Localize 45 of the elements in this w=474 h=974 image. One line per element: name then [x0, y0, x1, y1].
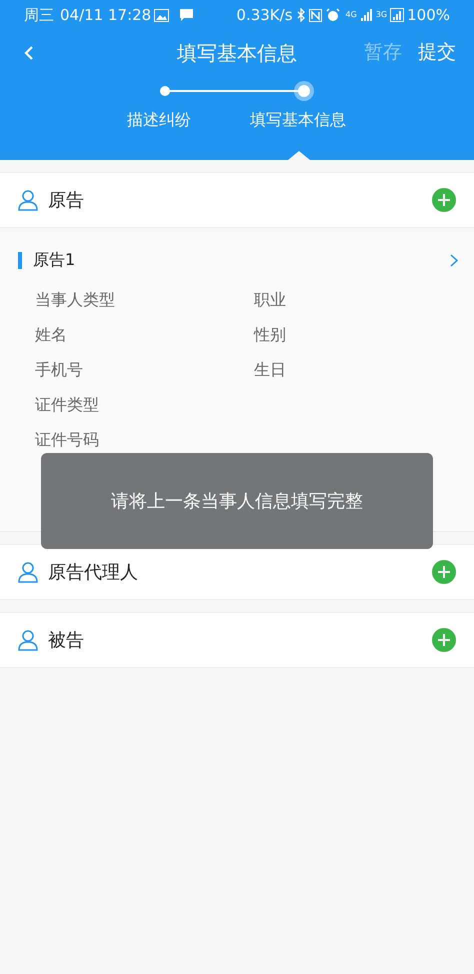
- add-button[interactable]: [432, 628, 456, 652]
- person-icon: [18, 190, 38, 210]
- status-time: 04/11 17:28: [60, 4, 152, 26]
- plus-icon: [438, 194, 450, 206]
- field-label: 职业: [254, 288, 286, 310]
- step-pointer-icon: [288, 151, 310, 160]
- message-icon: [179, 8, 194, 22]
- chevron-right-icon: [450, 254, 458, 266]
- plus-icon: [438, 634, 450, 646]
- plus-icon: [438, 566, 450, 578]
- section-title: 被告: [48, 628, 84, 652]
- image-icon: [154, 8, 170, 22]
- network-type: 3G: [376, 9, 388, 21]
- toast-message: 请将上一条当事人信息填写完整: [41, 453, 433, 549]
- section-header[interactable]: 被告: [0, 612, 474, 668]
- person-icon: [18, 562, 38, 582]
- signal-icon: [390, 8, 404, 22]
- section-title: 原告: [48, 188, 84, 212]
- header-action[interactable]: 提交: [418, 38, 456, 67]
- add-button[interactable]: [432, 560, 456, 584]
- section-header[interactable]: 原告代理人: [0, 544, 474, 600]
- battery-level: 100%: [407, 4, 450, 26]
- network-type: 4G: [346, 9, 357, 21]
- section-header[interactable]: 原告: [0, 172, 474, 228]
- back-icon: [24, 44, 34, 60]
- nfc-icon: [308, 8, 322, 22]
- status-day: 周三: [24, 4, 54, 26]
- field-label: 证件号码: [35, 428, 100, 450]
- bluetooth-icon: [296, 8, 305, 22]
- signal-icon: [360, 9, 372, 21]
- page-title: 填写基本信息: [177, 40, 297, 66]
- add-button[interactable]: [432, 188, 456, 212]
- field-label: 证件类型: [35, 394, 100, 416]
- section-title: 原告代理人: [48, 560, 138, 584]
- network-speed: 0.33K/s: [236, 4, 293, 26]
- alarm-icon: [326, 8, 340, 22]
- person-icon: [18, 630, 38, 650]
- field-label: 当事人类型: [35, 288, 116, 310]
- step-label[interactable]: 描述纠纷: [127, 108, 191, 132]
- field-label: 生日: [254, 358, 286, 380]
- field-label: 姓名: [35, 324, 68, 346]
- field-label: 性别: [254, 324, 286, 346]
- field-label: 手机号: [35, 358, 84, 380]
- party-title: 原告1: [33, 249, 76, 271]
- step-label[interactable]: 填写基本信息: [250, 108, 346, 132]
